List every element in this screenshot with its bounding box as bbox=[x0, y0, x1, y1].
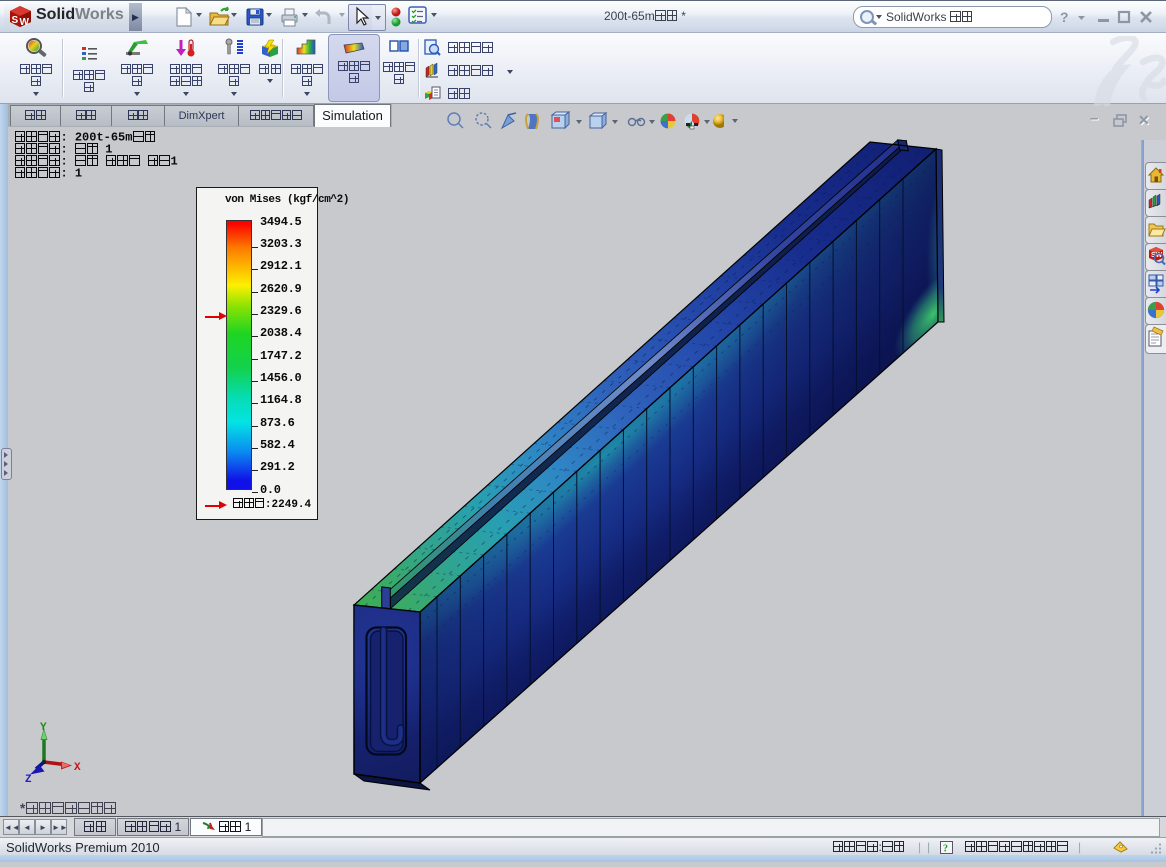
svg-text:SW: SW bbox=[1151, 252, 1163, 259]
svg-text:Z: Z bbox=[25, 774, 32, 786]
svg-text:X: X bbox=[74, 762, 81, 774]
svg-text:Y: Y bbox=[40, 722, 47, 734]
svg-text:?: ? bbox=[943, 844, 948, 855]
